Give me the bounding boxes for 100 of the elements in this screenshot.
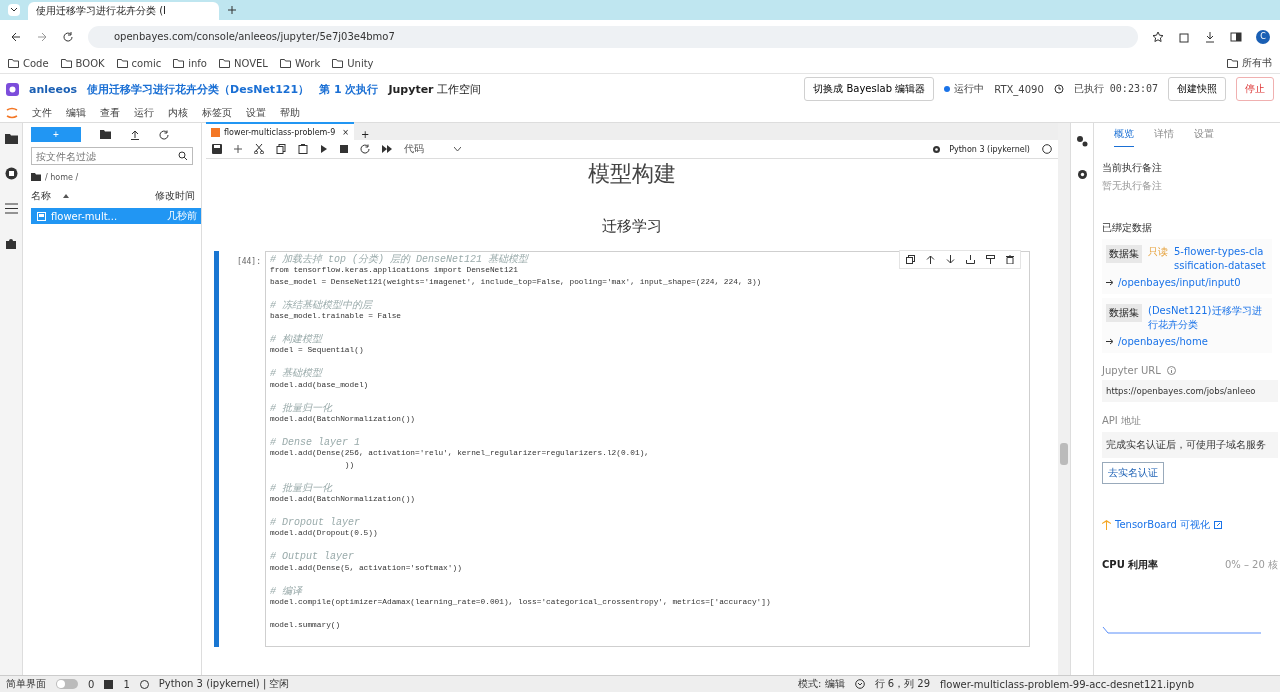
delete-icon[interactable] (1006, 255, 1014, 264)
jupyter-url-field[interactable]: https://openbayes.com/jobs/anleeo (1102, 380, 1278, 402)
fast-forward-icon[interactable] (382, 145, 392, 153)
user-name[interactable]: anleeos (29, 82, 78, 96)
cursor-position[interactable]: 行 6，列 29 (874, 677, 930, 691)
browser-tab[interactable]: 使用迁移学习进行花卉分类 (I (28, 2, 219, 20)
simple-mode-toggle[interactable] (56, 679, 78, 689)
bookmark[interactable]: Code (8, 57, 49, 69)
list-icon[interactable] (4, 203, 18, 214)
switch-editor-button[interactable]: 切换成 Bayeslab 编辑器 (804, 77, 935, 101)
menu-item[interactable]: 内核 (168, 106, 188, 120)
execution-count: [44]: (235, 256, 262, 268)
upload-icon[interactable] (130, 129, 140, 140)
search-icon[interactable] (178, 151, 188, 161)
back-icon[interactable] (10, 30, 22, 43)
folder-icon[interactable] (4, 133, 18, 144)
sort-icon[interactable] (63, 194, 69, 198)
menu-item[interactable]: 查看 (100, 106, 120, 120)
cpu-range: 0% – 20 核 (1224, 558, 1278, 572)
address-bar[interactable]: openbayes.com/console/anleeos/jupyter/5e7j03e4bmo7 (88, 25, 1138, 48)
kernel-count[interactable]: 1 (123, 678, 130, 690)
settings-icon[interactable] (932, 144, 942, 154)
filter-field[interactable]: 按文件名过滤 (31, 147, 193, 165)
insert-above-icon[interactable] (966, 255, 975, 264)
workspace-title: Jupyter 工作空间 (388, 81, 482, 97)
folder-icon (219, 58, 230, 68)
dataset-link[interactable]: (DesNet121)迁移学习进行花卉分类 (1148, 304, 1268, 332)
paste-icon[interactable] (298, 144, 308, 154)
run-icon[interactable] (320, 145, 328, 153)
caret-icon[interactable] (454, 146, 461, 152)
duplicate-icon[interactable] (906, 255, 915, 264)
notebook-tab[interactable]: flower-multiclass-problem-9 × (206, 122, 355, 140)
move-up-icon[interactable] (926, 255, 935, 264)
new-tab-icon[interactable] (227, 5, 237, 15)
info-icon[interactable] (1166, 366, 1176, 375)
restart-icon[interactable] (360, 144, 370, 154)
tab-list-button[interactable] (8, 4, 20, 16)
kernel-name[interactable]: Python 3 (ipykernel) (949, 144, 1030, 154)
menu-item[interactable]: 标签页 (202, 106, 232, 120)
gpu-type: RTX_4090 (994, 83, 1044, 95)
name-column-header[interactable]: 名称 (31, 189, 51, 203)
forward-icon[interactable] (36, 30, 48, 43)
cut-icon[interactable] (254, 144, 264, 154)
insert-below-icon[interactable] (986, 255, 995, 264)
run-number[interactable]: 第 1 次执行 (319, 81, 379, 97)
insert-cell-icon[interactable] (234, 145, 242, 153)
code-line: # 编译 (270, 585, 302, 598)
verify-button[interactable]: 去实名认证 (1102, 462, 1164, 484)
bookmark[interactable]: comic (116, 57, 162, 69)
running-icon[interactable] (4, 167, 18, 180)
tensorboard-link[interactable]: TensorBoard 可视化 (1115, 518, 1210, 532)
reload-icon[interactable] (62, 30, 74, 43)
menu-item[interactable]: 运行 (134, 106, 154, 120)
kernel-status[interactable]: Python 3 (ipykernel) | 空闲 (158, 677, 290, 691)
stop-button[interactable]: 停止 (1236, 77, 1274, 101)
section-title: 当前执行备注 (1102, 161, 1163, 175)
panel-tab[interactable]: 概览 (1114, 127, 1134, 147)
snapshot-button[interactable]: 创建快照 (1168, 77, 1226, 101)
panel-tab[interactable]: 详情 (1154, 127, 1174, 147)
sidebar-icon[interactable] (1230, 30, 1242, 43)
all-bookmarks[interactable]: 所有书 (1227, 56, 1272, 70)
menu-item[interactable]: 帮助 (280, 106, 300, 120)
bookmark[interactable]: Unity (332, 57, 374, 69)
dataset-link[interactable]: 5-flower-types-classification-dataset (1174, 245, 1268, 273)
project-title[interactable]: 使用迁移学习进行花卉分类（DesNet121） (87, 81, 310, 97)
external-link-icon[interactable] (1213, 521, 1222, 529)
puzzle-icon[interactable] (4, 237, 18, 250)
menu-item[interactable]: 文件 (32, 106, 52, 120)
markdown-heading: 模型构建 (587, 160, 677, 187)
download-icon[interactable] (1204, 30, 1216, 43)
breadcrumb-path[interactable]: / home / (45, 172, 79, 182)
terminal-count[interactable]: 0 (88, 678, 95, 690)
modified-column-header[interactable]: 修改时间 (155, 189, 195, 203)
bookmark[interactable]: info (173, 57, 207, 69)
file-name: flower-multiclass-problem-99-acc-desnet121.ipynb (940, 678, 1194, 690)
panel-tab[interactable]: 设置 (1194, 127, 1214, 147)
refresh-icon[interactable] (159, 129, 169, 140)
arrow-icon (1106, 279, 1114, 286)
profile-avatar[interactable]: C (1256, 29, 1270, 44)
api-address-field: 完成实名认证后，可使用子域名服务 (1102, 432, 1278, 458)
save-icon[interactable] (212, 144, 222, 154)
scrollbar-thumb[interactable] (1060, 443, 1068, 465)
mount-path[interactable]: /openbayes/home (1118, 336, 1208, 347)
mount-path[interactable]: /openbayes/input/input0 (1118, 277, 1241, 288)
menu-item[interactable]: 设置 (246, 106, 266, 120)
bookmark[interactable]: Work (279, 57, 321, 69)
add-tab-button[interactable]: + (356, 129, 375, 140)
clock-icon (1053, 84, 1064, 94)
bookmark[interactable]: NOVEL (219, 57, 268, 69)
copy-icon[interactable] (276, 144, 286, 154)
bookmark[interactable]: BOOK (60, 57, 105, 69)
dataset-badge: 数据集 (1106, 304, 1142, 322)
code-line: # 冻结基础模型中的层 (270, 299, 372, 312)
editor-mode: 模式: 编辑 (798, 677, 845, 691)
new-folder-icon[interactable] (100, 130, 111, 139)
cell-type-dropdown[interactable]: 代码 (404, 142, 461, 156)
menu-item[interactable]: 编辑 (66, 106, 86, 120)
move-down-icon[interactable] (946, 255, 955, 264)
bookmark-star-icon[interactable] (1152, 30, 1164, 43)
tensorboard-icon (1102, 520, 1111, 530)
